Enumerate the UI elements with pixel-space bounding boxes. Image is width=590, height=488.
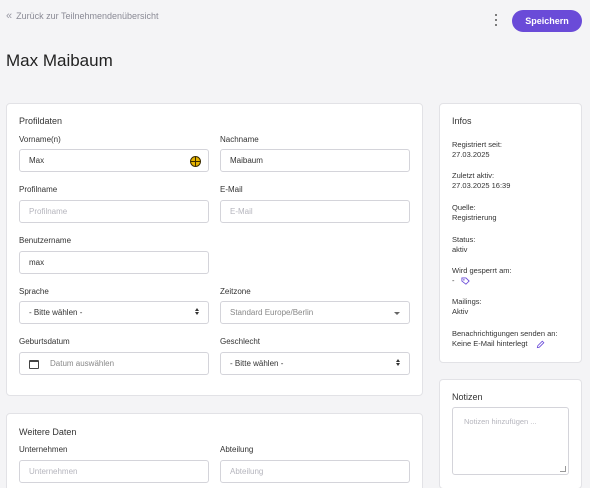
email-placeholder: E-Mail xyxy=(230,207,253,216)
info-status-label: Status: xyxy=(452,235,476,244)
notes-placeholder: Notizen hinzufügen ... xyxy=(464,417,537,426)
language-value: - Bitte wählen - xyxy=(29,308,83,317)
info-registered: Registriert seit: 27.03.2025 xyxy=(452,140,578,160)
info-locked-value: - xyxy=(452,276,455,285)
email-input[interactable]: E-Mail xyxy=(220,200,410,223)
language-label: Sprache xyxy=(19,287,49,296)
info-last-active-value: 27.03.2025 16:39 xyxy=(452,181,511,190)
department-placeholder: Abteilung xyxy=(230,467,264,476)
infos-card: Infos Registriert seit: 27.03.2025 Zulet… xyxy=(439,103,582,363)
kebab-menu-icon[interactable] xyxy=(492,14,500,26)
profile-card-title: Profildaten xyxy=(19,116,63,126)
info-notifications-label: Benachrichtigungen senden an: xyxy=(452,329,558,338)
info-status: Status: aktiv xyxy=(452,235,578,255)
select-arrows-icon xyxy=(396,359,400,366)
birthdate-placeholder: Datum auswählen xyxy=(50,359,115,368)
infos-card-title: Infos xyxy=(452,116,472,126)
timezone-label: Zeitzone xyxy=(220,287,251,296)
pencil-icon[interactable] xyxy=(536,340,545,349)
save-button[interactable]: Speichern xyxy=(512,10,582,32)
company-placeholder: Unternehmen xyxy=(29,467,78,476)
username-input[interactable]: max xyxy=(19,251,209,274)
info-mailings-value: Aktiv xyxy=(452,307,469,316)
info-registered-value: 27.03.2025 xyxy=(452,150,490,159)
top-bar: « Zurück zur Teilnehmendenübersicht Spei… xyxy=(0,0,590,40)
info-notifications: Benachrichtigungen senden an: Keine E-Ma… xyxy=(452,329,578,349)
info-registered-label: Registriert seit: xyxy=(452,140,503,149)
gender-label: Geschlecht xyxy=(220,337,261,346)
info-source-label: Quelle: xyxy=(452,203,476,212)
gender-select[interactable]: - Bitte wählen - xyxy=(220,352,410,375)
info-locked: Wird gesperrt am: - xyxy=(452,266,578,286)
info-notifications-row: Keine E-Mail hinterlegt xyxy=(452,339,578,349)
company-input[interactable]: Unternehmen xyxy=(19,460,209,483)
page-title: Max Maibaum xyxy=(6,51,113,70)
info-status-value: aktiv xyxy=(452,245,468,254)
page: « Zurück zur Teilnehmendenübersicht Spei… xyxy=(0,0,590,488)
info-locked-row: - xyxy=(452,276,578,286)
info-source: Quelle: Registrierung xyxy=(452,203,578,223)
department-label: Abteilung xyxy=(220,445,254,454)
notes-textarea[interactable]: Notizen hinzufügen ... xyxy=(452,407,569,475)
username-label: Benutzername xyxy=(19,236,72,245)
more-data-card: Weitere Daten Unternehmen Unternehmen Ab… xyxy=(6,413,423,488)
info-last-active-label: Zuletzt aktiv: xyxy=(452,171,495,180)
info-last-active: Zuletzt aktiv: 27.03.2025 16:39 xyxy=(452,171,578,191)
back-link-label: Zurück zur Teilnehmendenübersicht xyxy=(16,11,159,21)
back-link[interactable]: « Zurück zur Teilnehmendenübersicht xyxy=(6,9,159,22)
department-input[interactable]: Abteilung xyxy=(220,460,410,483)
info-source-value: Registrierung xyxy=(452,213,497,222)
lastname-label: Nachname xyxy=(220,135,259,144)
profilename-placeholder: Profilname xyxy=(29,207,68,216)
birthdate-input[interactable]: Datum auswählen xyxy=(19,352,209,375)
info-locked-label: Wird gesperrt am: xyxy=(452,266,512,275)
company-label: Unternehmen xyxy=(19,445,68,454)
lastname-value: Maibaum xyxy=(230,156,263,165)
timezone-select[interactable]: Standard Europe/Berlin xyxy=(220,301,410,324)
info-notifications-value: Keine E-Mail hinterlegt xyxy=(452,339,528,348)
more-data-card-title: Weitere Daten xyxy=(19,427,77,437)
firstname-label: Vorname(n) xyxy=(19,135,61,144)
notes-card: Notizen Notizen hinzufügen ... xyxy=(439,379,582,488)
profilename-label: Profilname xyxy=(19,185,58,194)
tag-icon[interactable] xyxy=(461,276,470,286)
profile-card: Profildaten Vorname(n) Max Nachname Maib… xyxy=(6,103,423,396)
info-mailings-label: Mailings: xyxy=(452,297,482,306)
username-value: max xyxy=(29,258,45,267)
gender-value: - Bitte wählen - xyxy=(230,359,284,368)
language-select[interactable]: - Bitte wählen - xyxy=(19,301,209,324)
firstname-input[interactable]: Max xyxy=(19,149,209,172)
chevron-down-icon xyxy=(394,312,400,315)
football-icon[interactable] xyxy=(190,156,201,167)
info-mailings: Mailings: Aktiv xyxy=(452,297,578,317)
email-label: E-Mail xyxy=(220,185,243,194)
calendar-icon xyxy=(29,360,39,369)
select-arrows-icon xyxy=(195,308,199,315)
resize-grip-icon[interactable] xyxy=(560,466,566,472)
timezone-value: Standard Europe/Berlin xyxy=(230,308,314,317)
notes-card-title: Notizen xyxy=(452,392,483,402)
birthdate-label: Geburtsdatum xyxy=(19,337,70,346)
profilename-input[interactable]: Profilname xyxy=(19,200,209,223)
firstname-value: Max xyxy=(29,156,45,165)
lastname-input[interactable]: Maibaum xyxy=(220,149,410,172)
double-chevron-left-icon: « xyxy=(6,9,13,22)
